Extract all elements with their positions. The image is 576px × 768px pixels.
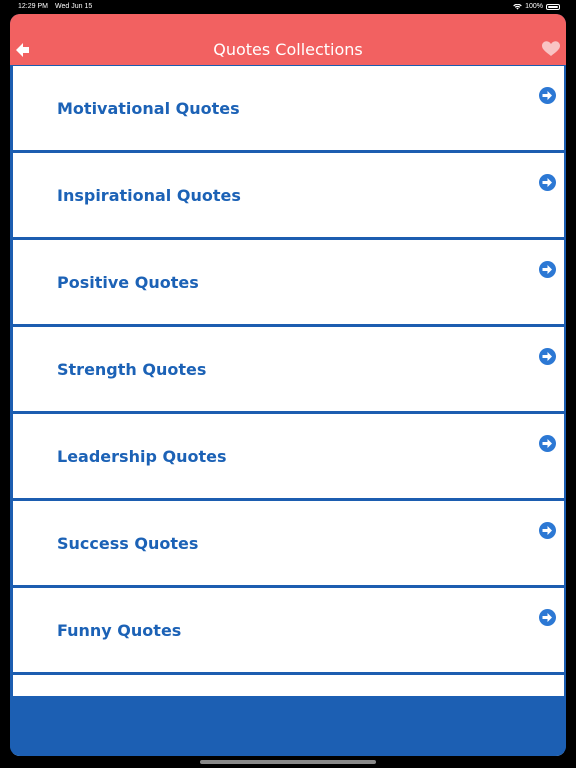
status-date: Wed Jun 15 [55, 3, 93, 10]
list-item-label: Funny Quotes [57, 621, 182, 640]
list-item-strength[interactable]: Strength Quotes [13, 327, 564, 411]
arrow-right-circle-icon[interactable] [539, 174, 556, 191]
list-item-positive[interactable]: Positive Quotes [13, 240, 564, 324]
status-right: 100% [513, 0, 560, 13]
arrow-right-circle-icon[interactable] [539, 435, 556, 452]
list-item-label: Strength Quotes [57, 360, 207, 379]
list-item-label: Inspirational Quotes [57, 186, 241, 205]
list-item-label: Success Quotes [57, 534, 199, 553]
arrow-right-circle-icon[interactable] [539, 522, 556, 539]
bottom-banner-area [10, 696, 566, 756]
list-item-label: Leadership Quotes [57, 447, 227, 466]
heart-icon[interactable] [542, 41, 560, 57]
arrow-right-circle-icon[interactable] [539, 261, 556, 278]
home-indicator[interactable] [200, 760, 376, 764]
status-bar: 12:29 PM Wed Jun 15 100% [0, 0, 576, 13]
app-window: Quotes Collections Motivational Quotes I… [10, 14, 566, 756]
arrow-right-circle-icon[interactable] [539, 609, 556, 626]
battery-icon [546, 3, 560, 10]
list-item-label: Motivational Quotes [57, 99, 240, 118]
navigation-header: Quotes Collections [10, 14, 566, 65]
list-item-leadership[interactable]: Leadership Quotes [13, 414, 564, 498]
status-time: 12:29 PM [18, 3, 48, 10]
arrow-right-circle-icon[interactable] [539, 87, 556, 104]
list-item-label: Positive Quotes [57, 273, 199, 292]
category-list: Motivational Quotes Inspirational Quotes… [13, 66, 564, 756]
list-item-motivational[interactable]: Motivational Quotes [13, 66, 564, 150]
list-item-funny[interactable]: Funny Quotes [13, 588, 564, 672]
wifi-icon [513, 3, 522, 10]
page-title: Quotes Collections [213, 40, 363, 59]
list-item-success[interactable]: Success Quotes [13, 501, 564, 585]
battery-percent: 100% [525, 3, 543, 10]
arrow-right-circle-icon[interactable] [539, 348, 556, 365]
list-item-inspirational[interactable]: Inspirational Quotes [13, 153, 564, 237]
